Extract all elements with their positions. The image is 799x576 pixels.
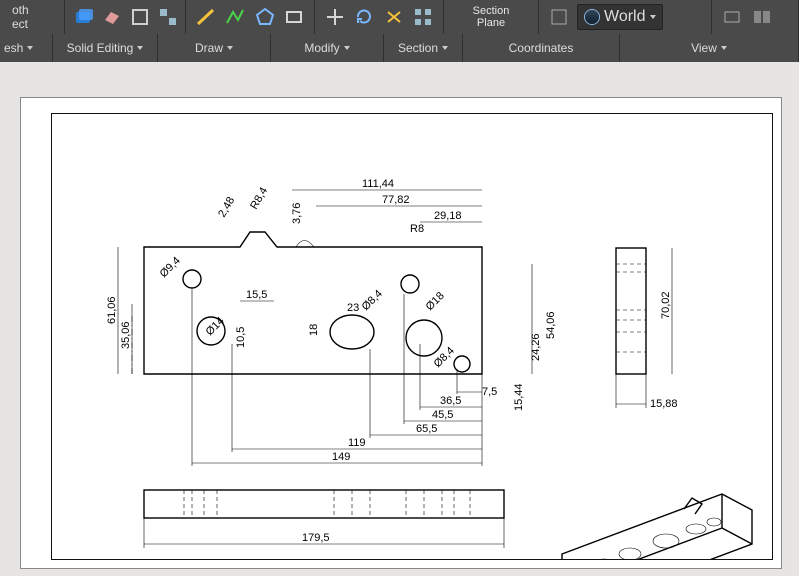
section-top[interactable]: Section Plane [444,0,539,34]
dim-35-06: 35,06 [120,321,132,349]
dim-77-82: 77,82 [382,194,410,206]
trunc-label-b: ect [8,17,32,31]
coordinate-select[interactable]: World [577,4,663,30]
dim-phi8-4b: Ø8,4 [432,345,457,370]
view-tool-b-icon[interactable] [750,5,774,29]
dim-phi18: Ø18 [424,290,447,313]
polyline-icon[interactable] [224,5,248,29]
technical-drawing: 111,44 77,82 29,18 R8 R8,4 3,76 2,48 Ø9,… [52,114,772,559]
coordinates-panel-label[interactable]: Coordinates [463,34,620,62]
drawing-frame: 111,44 77,82 29,18 R8 R8,4 3,76 2,48 Ø9,… [51,113,773,560]
dim-23: 23 [347,302,359,314]
dim-36-5: 36,5 [440,395,461,407]
edit-face-icon[interactable] [73,5,95,29]
solid-editing-panel-label[interactable]: Solid Editing [53,34,158,62]
view-tool-a-icon[interactable] [720,5,744,29]
dim-15-5: 15,5 [246,289,267,301]
dim-7-5: 7,5 [482,386,497,398]
dim-2-48: 2,48 [216,195,237,220]
dim-phi8-4a: Ø8,4 [360,288,385,313]
dim-15-88: 15,88 [650,398,678,410]
mesh-panel-label[interactable]: esh [0,34,53,62]
dim-119: 119 [348,437,366,449]
draw-top [186,0,315,34]
trim-icon[interactable] [382,5,406,29]
modify-top [315,0,444,34]
shell-icon[interactable] [129,5,151,29]
dim-phi9-4: Ø9,4 [158,255,183,280]
paper-sheet: 111,44 77,82 29,18 R8 R8,4 3,76 2,48 Ø9,… [20,97,782,569]
dim-61-06: 61,06 [106,296,118,324]
dim-r8: R8 [410,223,424,235]
dim-54-06: 54,06 [545,311,557,339]
dim-24-26: 24,26 [530,333,542,361]
dim-149: 149 [332,451,350,463]
ribbon-top-row: oth ect [0,0,799,34]
dim-111-44: 111,44 [362,178,394,190]
section-plane-label: Section Plane [473,5,510,29]
trunc-label-a: oth [8,3,33,17]
modify-panel-label[interactable]: Modify [271,34,384,62]
chevron-down-icon [650,15,656,19]
ribbon-bottom-row: esh Solid Editing Draw Modify Section Co… [0,34,799,62]
view-panel-label[interactable]: View [620,34,799,62]
dim-45-5: 45,5 [432,409,453,421]
view-top [712,0,799,34]
coordinates-top: World [539,0,712,34]
dim-10-5: 10,5 [235,327,247,348]
separate-icon[interactable] [157,5,179,29]
ribbon: oth ect [0,0,799,62]
rotate-icon[interactable] [353,5,377,29]
section-panel-label[interactable]: Section [384,34,463,62]
solid-edit-top [65,0,186,34]
globe-icon [584,9,600,25]
dim-65-5: 65,5 [416,423,437,435]
dim-r8-4: R8,4 [248,185,270,211]
ucs-prev-icon[interactable] [547,5,571,29]
coordinate-value: World [604,8,646,26]
dim-179-5: 179,5 [302,532,330,544]
dim-3-76: 3,76 [291,203,303,224]
array-icon[interactable] [412,5,436,29]
draw-panel-label[interactable]: Draw [158,34,271,62]
erase-face-icon[interactable] [101,5,123,29]
dim-18: 18 [308,324,320,336]
line-icon[interactable] [194,5,218,29]
mesh-panel-top: oth ect [0,0,65,34]
dim-phi14: Ø14 [204,315,227,338]
rect-icon[interactable] [283,5,307,29]
polygon-icon[interactable] [253,5,277,29]
drawing-canvas[interactable]: 111,44 77,82 29,18 R8 R8,4 3,76 2,48 Ø9,… [0,62,799,576]
move-icon[interactable] [323,5,347,29]
dim-15-44: 15,44 [513,383,525,411]
dim-70-02: 70,02 [660,291,672,319]
dim-29-18: 29,18 [434,210,462,222]
